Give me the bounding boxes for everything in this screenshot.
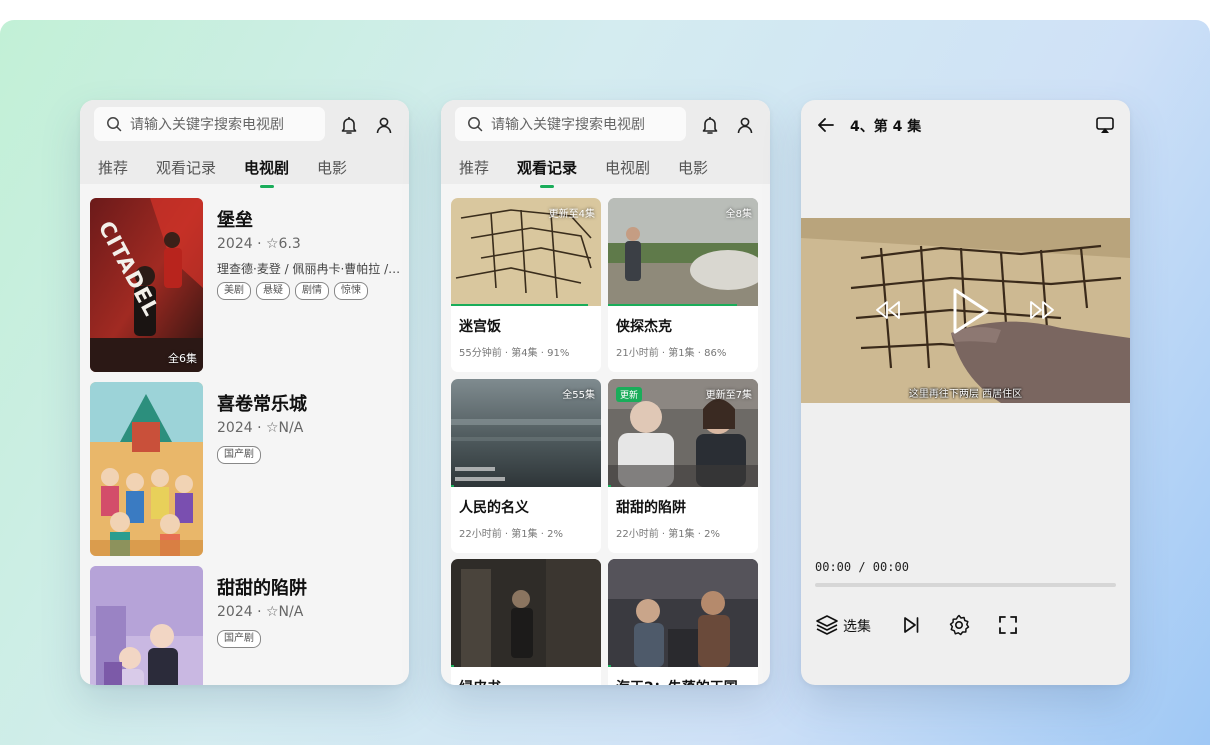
thumbnail: 全55集 [451,379,601,487]
header: 请输入关键字搜索电视剧 推荐 观看记录 电视剧 电影 [80,100,409,188]
watch-progress [608,665,611,667]
tv-meta: 2024 · ☆N/A [217,420,304,436]
tag: 美剧 [217,282,251,300]
card-subtitle: 22小时前 · 第1集 · 2% [459,529,564,540]
tab-bar: 推荐 观看记录 电视剧 电影 [459,157,736,188]
list-item[interactable]: 喜卷常乐城 2024 · ☆N/A 国产剧 [90,382,400,556]
watch-progress [608,304,737,306]
card-title: 侠探杰克 [616,319,672,335]
tag-row: 国产剧 [217,446,261,464]
tag: 悬疑 [256,282,290,300]
new-badge: 更新 [616,387,643,402]
poster-image: CITADEL 全6集 [90,198,203,372]
watch-progress [608,485,611,487]
history-card[interactable]: 全55集 人民的名义 22小时前 · 第1集 · 2% [451,379,601,553]
episode-badge: 更新至7集 [705,390,752,401]
airplay-icon[interactable] [1094,114,1116,136]
tab-tv[interactable]: 电视剧 [605,157,650,178]
history-screen: 请输入关键字搜索电视剧 推荐 观看记录 电视剧 电影 更新至4集 迷宫饭 55分… [441,100,770,685]
card-subtitle: 21小时前 · 第1集 · 86% [616,348,727,359]
card-title: 甜甜的陷阱 [616,500,686,516]
tv-cast: 理查德·麦登 / 佩丽冉卡·曹帕拉 / 斯坦利·图齐 [217,262,403,276]
fast-forward-icon[interactable] [1027,298,1057,322]
rewind-icon[interactable] [873,298,903,322]
watch-progress [451,304,588,306]
tab-history[interactable]: 观看记录 [517,157,577,188]
card-subtitle: 55分钟前 · 第4集 · 91% [459,348,570,359]
layers-icon[interactable] [815,613,839,637]
tag-row: 美剧 悬疑 剧情 惊悚 [217,282,368,300]
tab-recommend[interactable]: 推荐 [98,157,128,178]
tab-bar: 推荐 观看记录 电视剧 电影 [98,157,375,188]
play-icon[interactable] [949,286,991,336]
episode-badge: 更新至4集 [548,209,595,220]
search-placeholder: 请输入关键字搜索电视剧 [491,117,645,133]
card-title: 绿皮书 [459,677,501,685]
thumbnail: 更新 更新至7集 [608,379,758,487]
watch-progress [451,665,454,667]
search-placeholder: 请输入关键字搜索电视剧 [130,117,284,133]
settings-gear-icon[interactable] [947,613,971,637]
user-icon[interactable] [373,114,395,136]
tag: 惊悚 [334,282,368,300]
episode-badge: 全55集 [562,390,595,401]
tab-recommend[interactable]: 推荐 [459,157,489,178]
search-input[interactable]: 请输入关键字搜索电视剧 [94,107,325,141]
player-screen: 4、第 4 集 这里再往下两层 西居住区 00:00 / 00:00 选集 [801,100,1130,685]
tab-movie[interactable]: 电影 [678,157,708,178]
thumbnail: 更新至4集 [451,198,601,306]
search-icon [468,117,483,132]
history-card[interactable]: 绿皮书 [451,559,601,685]
tv-meta: 2024 · ☆6.3 [217,236,301,252]
user-icon[interactable] [734,114,756,136]
card-title: 迷宫饭 [459,319,501,335]
tab-history[interactable]: 观看记录 [156,157,216,178]
episode-badge: 全8集 [725,209,752,220]
tv-title: 堡垒 [217,210,253,231]
poster-image [90,566,203,685]
bell-icon[interactable] [699,114,721,136]
list-item[interactable]: CITADEL 全6集 堡垒 2024 · ☆6.3 理查德·麦登 / 佩丽冉卡… [90,198,403,372]
fullscreen-icon[interactable] [996,613,1020,637]
card-subtitle: 22小时前 · 第1集 · 2% [616,529,721,540]
watch-progress [451,485,454,487]
thumbnail [608,559,758,667]
history-card[interactable]: 更新 更新至7集 甜甜的陷阱 22小时前 · 第1集 · 2% [608,379,758,553]
episode-select-button[interactable]: 选集 [843,616,871,636]
next-episode-icon[interactable] [899,613,923,637]
tag: 国产剧 [217,630,261,648]
seek-bar[interactable] [815,583,1116,587]
tv-meta: 2024 · ☆N/A [217,604,304,620]
episode-count: 全6集 [168,352,197,365]
back-arrow-icon[interactable] [815,114,837,136]
tag-row: 国产剧 [217,630,261,648]
header: 请输入关键字搜索电视剧 推荐 观看记录 电视剧 电影 [441,100,770,188]
history-card[interactable]: 全8集 侠探杰克 21小时前 · 第1集 · 86% [608,198,758,372]
search-icon [107,117,122,132]
tv-title: 喜卷常乐城 [217,394,307,415]
card-title: 海王2：失落的王国 [616,677,738,685]
poster-image [90,382,203,556]
thumbnail [451,559,601,667]
tag: 剧情 [295,282,329,300]
history-card[interactable]: 更新至4集 迷宫饭 55分钟前 · 第4集 · 91% [451,198,601,372]
background-stage: 请输入关键字搜索电视剧 推荐 观看记录 电视剧 电影 CITADEL 全6集 堡… [0,20,1210,745]
subtitle-text: 这里再往下两层 西居住区 [908,389,1023,400]
history-card[interactable]: 海王2：失落的王国 [608,559,758,685]
thumbnail: 全8集 [608,198,758,306]
bell-icon[interactable] [338,114,360,136]
tv-title: 甜甜的陷阱 [217,578,307,599]
list-item[interactable]: 甜甜的陷阱 2024 · ☆N/A 国产剧 [90,566,400,685]
card-title: 人民的名义 [459,500,529,516]
video-player[interactable]: 这里再往下两层 西居住区 [801,218,1130,403]
search-input[interactable]: 请输入关键字搜索电视剧 [455,107,686,141]
tab-movie[interactable]: 电影 [317,157,347,178]
tab-tv[interactable]: 电视剧 [244,157,289,188]
tag: 国产剧 [217,446,261,464]
episode-title: 4、第 4 集 [850,119,922,135]
playback-time: 00:00 / 00:00 [815,560,909,574]
tv-list-screen: 请输入关键字搜索电视剧 推荐 观看记录 电视剧 电影 CITADEL 全6集 堡… [80,100,409,685]
